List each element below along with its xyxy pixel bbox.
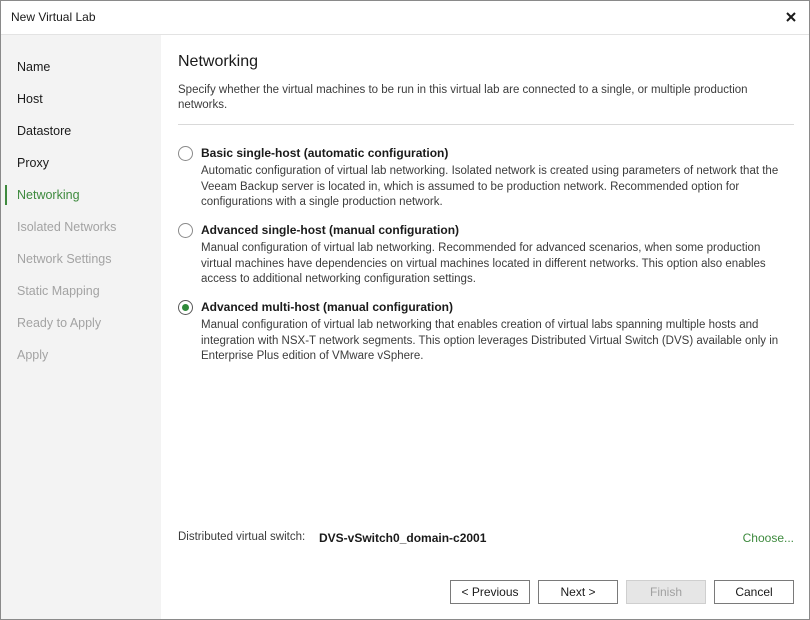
- option-advanced-single-host-label[interactable]: Advanced single-host (manual configurati…: [201, 223, 459, 237]
- main-panel: Networking Specify whether the virtual m…: [178, 35, 794, 619]
- distributed-switch-label: Distributed virtual switch:: [178, 531, 306, 543]
- wizard-steps-sidebar: Name Host Datastore Proxy Networking Iso…: [1, 35, 161, 619]
- sidebar-item-host[interactable]: Host: [1, 83, 161, 115]
- distributed-switch-value: DVS-vSwitch0_domain-c2001: [319, 531, 487, 545]
- choose-switch-link[interactable]: Choose...: [743, 531, 794, 545]
- cancel-button[interactable]: Cancel: [714, 580, 794, 604]
- previous-button[interactable]: < Previous: [450, 580, 530, 604]
- title-bar: New Virtual Lab: [1, 1, 809, 35]
- sidebar-item-static-mapping: Static Mapping: [17, 284, 100, 298]
- sidebar-item-proxy[interactable]: Proxy: [1, 147, 161, 179]
- close-icon: [786, 12, 796, 22]
- option-advanced-single-host-description: Manual configuration of virtual lab netw…: [201, 242, 766, 285]
- radio-advanced-single-host[interactable]: [178, 223, 193, 238]
- sidebar-item-datastore[interactable]: Datastore: [1, 115, 161, 147]
- new-virtual-lab-dialog: New Virtual Lab Name Host Datastore Prox…: [0, 0, 810, 620]
- radio-basic-single-host[interactable]: [178, 146, 193, 161]
- option-advanced-multi-host-description: Manual configuration of virtual lab netw…: [201, 319, 779, 362]
- next-button[interactable]: Next >: [538, 580, 618, 604]
- finish-button: Finish: [626, 580, 706, 604]
- sidebar-item-isolated-networks: Isolated Networks: [17, 220, 117, 234]
- page-description: Specify whether the virtual machines to …: [178, 84, 748, 111]
- close-button[interactable]: [779, 5, 803, 29]
- page-title: Networking: [178, 53, 259, 70]
- sidebar-item-apply: Apply: [17, 348, 49, 362]
- option-basic-single-host-label[interactable]: Basic single-host (automatic configurati…: [201, 146, 448, 160]
- radio-selected-dot: [182, 304, 189, 311]
- sidebar-item-network-settings: Network Settings: [17, 252, 112, 266]
- option-advanced-multi-host-label[interactable]: Advanced multi-host (manual configuratio…: [201, 300, 453, 314]
- option-basic-single-host-description: Automatic configuration of virtual lab n…: [201, 165, 779, 208]
- sidebar-item-ready-to-apply: Ready to Apply: [17, 316, 102, 330]
- window-title: New Virtual Lab: [11, 10, 96, 24]
- distributed-switch-row: Distributed virtual switch: DVS-vSwitch0…: [178, 531, 794, 547]
- sidebar-item-name[interactable]: Name: [1, 51, 161, 83]
- sidebar-item-networking[interactable]: Networking: [1, 179, 161, 211]
- header-divider: [178, 124, 794, 125]
- radio-advanced-multi-host[interactable]: [178, 300, 193, 315]
